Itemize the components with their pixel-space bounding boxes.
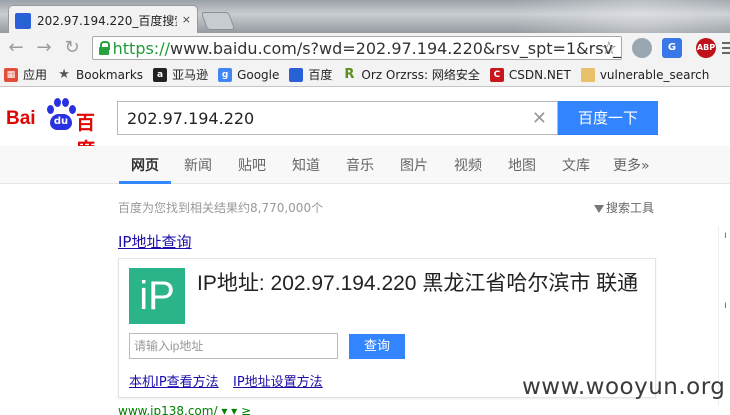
apps-grid-icon: ▦ [4,67,18,82]
bookmarks-bar: ▦ 应用 ★ Bookmarks a 亚马逊 g Google 🐾 百度 R O… [0,63,730,87]
search-vertical-tabs: 网页 新闻 贴吧 知道 音乐 图片 视频 地图 文库 更多» [0,146,730,184]
orz-icon: R [344,66,355,82]
logo-text-bai: Bai [6,108,36,129]
result-count: 百度为您找到相关结果约8,770,000个 [118,201,324,215]
ip-address-input[interactable] [129,333,338,359]
adblock-plus-icon[interactable]: ABP [696,38,716,58]
clear-search-icon[interactable]: ✕ [532,108,547,129]
browser-window: 🐾 202.97.194.220_百度搜索 × ← → ↻ https:// w… [0,0,730,415]
baidu-paw-icon: du [44,98,76,132]
search-query-text: 202.97.194.220 [127,109,255,128]
sidebar-marker: ı [724,230,727,241]
logo-text-du: du [50,114,72,130]
bookmark-amazon[interactable]: a 亚马逊 [153,66,208,83]
ip-logo-icon: iP [129,268,185,324]
reload-icon[interactable]: ↻ [62,39,82,57]
bookmark-label: vulnerable_search [599,67,710,82]
filter-funnel-icon [594,205,604,213]
baidu-logo[interactable]: Bai du 百度 [6,96,110,161]
translate-extension-icon[interactable]: G [662,38,682,58]
bookmark-label: 应用 [23,68,48,82]
star-icon: ★ [58,66,70,82]
tab-news[interactable]: 新闻 [184,155,212,175]
bookmark-vulnerable-search[interactable]: vulnerable_search [580,67,710,82]
menu-icon[interactable] [722,42,730,57]
search-tools-button[interactable]: 搜索工具 [594,199,654,216]
tab-map[interactable]: 地图 [508,155,536,175]
local-ip-method-link[interactable]: 本机IP查看方法 [129,371,219,390]
browser-toolbar: ← → ↻ https:// www.baidu.com/s?wd=202.97… [0,33,730,63]
bookmark-star-icon[interactable]: ☆ [601,38,617,59]
bookmark-baidu[interactable]: 🐾 百度 [289,66,332,83]
csdn-icon: C [489,67,504,82]
result-cite-url[interactable]: www.ip138.com/ ▾ ▾ ≥ [118,404,251,415]
tab-zhidao[interactable]: 知道 [292,155,320,175]
back-arrow-icon[interactable]: ← [6,39,26,57]
browser-tab[interactable]: 🐾 202.97.194.220_百度搜索 × [8,5,198,35]
bookmark-label: Orz Orzrss: 网络安全 [361,68,480,82]
forward-arrow-icon[interactable]: → [34,39,54,57]
bookmark-label: Google [237,67,280,82]
search-input[interactable]: 202.97.194.220 ✕ [117,101,558,135]
tab-video[interactable]: 视频 [454,155,482,175]
ip-settings-method-link[interactable]: IP地址设置方法 [233,371,323,390]
new-tab-button[interactable] [200,12,236,30]
ip-query-button[interactable]: 查询 [349,334,405,359]
baidu-paw-icon: 🐾 [289,67,304,82]
tab-music[interactable]: 音乐 [346,155,374,175]
tab-strip: 🐾 202.97.194.220_百度搜索 × [0,0,730,35]
tab-images[interactable]: 图片 [400,155,428,175]
ip-result-headline: IP地址: 202.97.194.220 黑龙江省哈尔滨市 联通 [197,272,639,295]
tab-tieba[interactable]: 贴吧 [238,155,266,175]
url-text: www.baidu.com/s?wd=202.97.194.220&rsv_sp… [169,38,621,58]
search-tools-label: 搜索工具 [606,201,655,215]
tab-title: 202.97.194.220_百度搜索 [37,14,177,28]
baidu-favicon-icon: 🐾 [15,12,31,29]
folder-icon [580,67,595,82]
bookmark-orzrss[interactable]: R Orz Orzrss: 网络安全 [342,66,479,83]
active-tab-indicator [119,181,171,184]
url-scheme: https:// [112,38,170,58]
amazon-icon: a [153,67,168,82]
tab-web[interactable]: 网页 [131,155,159,175]
address-bar[interactable]: https:// www.baidu.com/s?wd=202.97.194.2… [92,36,622,60]
baidu-header: Bai du 百度 202.97.194.220 ✕ 百度一下 [0,88,730,161]
bookmark-google[interactable]: g Google [218,67,280,82]
bookmark-apps[interactable]: ▦ 应用 [4,66,47,83]
tab-more[interactable]: 更多» [613,155,650,175]
globe-extension-icon[interactable] [632,38,652,58]
lock-icon [97,41,110,55]
sidebar-marker: ı [724,300,727,311]
bookmark-label: 百度 [308,68,333,82]
google-icon: g [218,67,233,82]
tab-close-icon[interactable]: × [182,13,191,26]
bookmark-bookmarks[interactable]: ★ Bookmarks [57,66,144,82]
watermark-text: www.wooyun.org [522,374,726,400]
bookmark-label: 亚马逊 [172,68,209,82]
search-button[interactable]: 百度一下 [558,101,658,135]
result-title-link[interactable]: IP地址查询 [118,231,191,252]
bookmark-label: Bookmarks [76,67,144,82]
bookmark-label: CSDN.NET [508,67,571,82]
bookmark-csdn[interactable]: C CSDN.NET [489,67,571,82]
tab-wenku[interactable]: 文库 [562,155,590,175]
